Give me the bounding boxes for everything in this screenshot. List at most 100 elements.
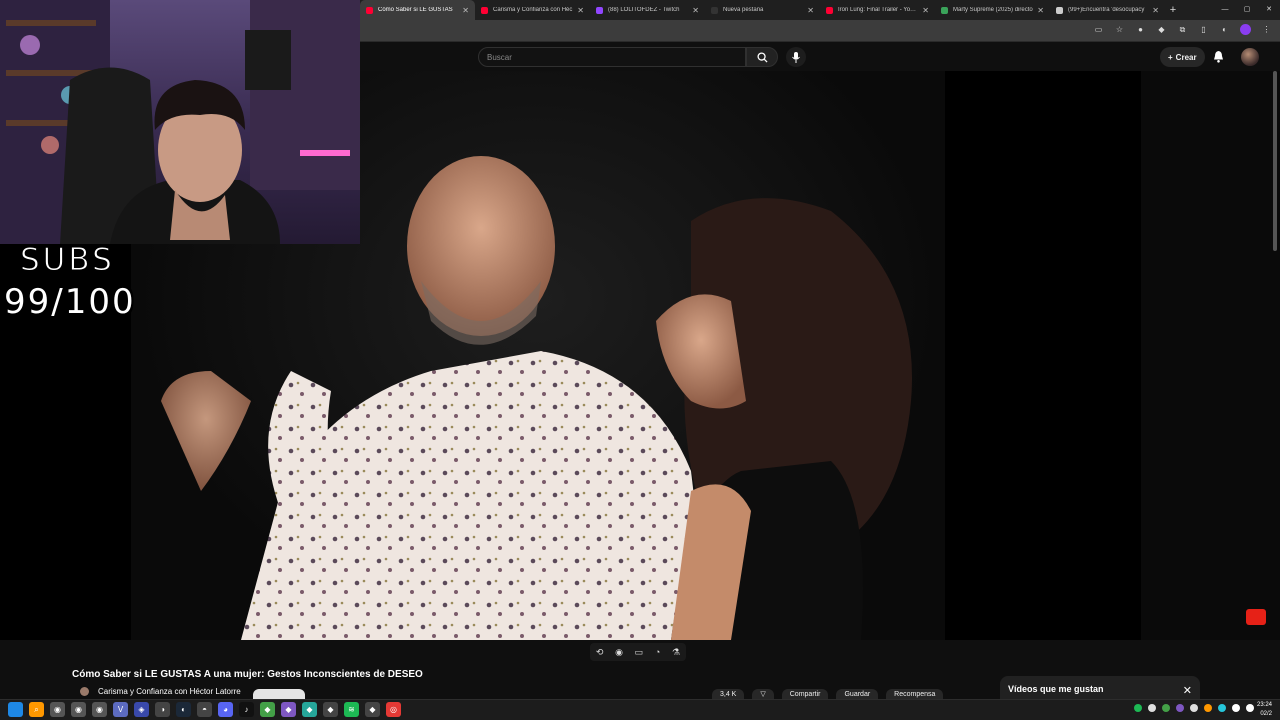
flask-icon[interactable]: ⚗ [672,647,680,658]
tiktok-favicon-icon [1056,6,1063,14]
profile-avatar-icon[interactable] [1240,24,1251,35]
tab-5[interactable]: Marty Supreme (2025) directo ✕ [935,0,1050,20]
streamer-webcam-image [0,0,360,244]
close-icon[interactable]: ✕ [807,6,814,15]
tab-label: (99+)Encuentra 'desocupacy [1068,7,1145,13]
close-window-icon[interactable]: ✕ [1258,0,1280,20]
close-icon[interactable]: ✕ [692,6,699,15]
tab-1[interactable]: Carisma y Confianza con Héc ✕ [475,0,590,20]
tab-label: Iron Lung: Final Trailer - YouTu [838,7,919,13]
player-controls: ⟲ ◉ ▭ ◔ ⚗ [590,643,686,661]
search-input[interactable]: Buscar [478,47,746,67]
volume-icon[interactable] [1246,704,1254,712]
tray-icon[interactable] [1162,704,1170,712]
app-icon[interactable]: ◈ [134,702,149,717]
audio-icon[interactable]: ◉ [615,647,623,658]
extension-icon[interactable]: ● [1135,24,1146,35]
app-icon[interactable]: ◓ [197,702,212,717]
app-icon[interactable]: ◆ [281,702,296,717]
app-icon[interactable]: ◆ [323,702,338,717]
notifications-bell-icon[interactable] [1213,50,1224,63]
youtube-favicon-icon [481,6,488,14]
search-icon [756,51,768,63]
browser-toolbar: ▭ ☆ ● ◆ ⧉ ▯ ◐ ⋮ [360,20,1280,42]
steam-icon[interactable]: ◐ [176,702,191,717]
tab-label: Cómo Saber si LE GUSTAS [378,7,453,13]
tab-label: (88) LOLITOFDEZ - Twitch [608,7,680,13]
tab-3[interactable]: Nueva pestaña ✕ [705,0,820,20]
app-icon[interactable]: ◆ [365,702,380,717]
browser-tabstrip: Cómo Saber si LE GUSTAS ✕ Carisma y Conf… [360,0,1280,20]
account-avatar[interactable] [1241,48,1259,66]
channel-name[interactable]: Carisma y Confianza con Héctor Latorre [98,687,241,696]
tab-2[interactable]: (88) LOLITOFDEZ - Twitch ✕ [590,0,705,20]
voice-search-button[interactable] [786,47,806,67]
tiktok-icon[interactable]: ♪ [239,702,254,717]
extension-icon[interactable]: ◆ [1156,24,1167,35]
create-label: Crear [1175,52,1197,62]
close-icon[interactable]: ✕ [1183,684,1192,697]
tab-6[interactable]: (99+)Encuentra 'desocupacy ✕ [1050,0,1165,20]
chrome-icon[interactable]: ◎ [386,702,401,717]
scrollbar[interactable] [1273,71,1277,251]
windows-start-icon[interactable] [8,702,23,717]
taskbar-apps: ⌕ ◉ ◉ ◉ V ◈ ◑ ◐ ◓ ◕ ♪ ◆ ◆ ◆ ◆ ≋ ◆ ◎ [8,702,401,717]
search-button[interactable] [746,47,778,67]
system-tray [1134,704,1254,712]
toolbar-icons: ▭ ☆ ● ◆ ⧉ ▯ ◐ ⋮ [1093,24,1272,35]
bookmark-star-icon[interactable]: ☆ [1114,24,1125,35]
loop-icon[interactable]: ⟲ [596,647,604,658]
tab-label: Marty Supreme (2025) directo [953,7,1033,13]
tab-0[interactable]: Cómo Saber si LE GUSTAS ✕ [360,0,475,20]
install-app-icon[interactable]: ▭ [1093,24,1104,35]
tab-label: Carisma y Confianza con Héc [493,7,573,13]
discord-icon[interactable]: ◕ [218,702,233,717]
new-tab-button[interactable]: + [1165,4,1181,16]
minimize-icon[interactable]: — [1214,0,1236,20]
profile-icon[interactable]: ◐ [1219,24,1230,35]
tab-4[interactable]: Iron Lung: Final Trailer - YouTu ✕ [820,0,935,20]
close-icon[interactable]: ✕ [1037,6,1044,15]
youtube-favicon-icon [826,6,833,14]
right-panel [1141,71,1280,640]
speed-icon[interactable]: ◔ [655,647,660,657]
search-icon[interactable]: ⌕ [29,702,44,717]
liked-panel-title: Vídeos que me gustan [1008,684,1104,694]
app-icon[interactable]: ◑ [155,702,170,717]
tray-icon[interactable] [1204,704,1212,712]
menu-kebab-icon[interactable]: ⋮ [1261,24,1272,35]
app-icon[interactable]: ◉ [92,702,107,717]
youtube-header: Buscar + Crear [360,43,1280,71]
youtube-favicon-icon [366,6,373,14]
subs-counter: 99/100 [4,282,136,322]
maximize-icon[interactable]: ▢ [1236,0,1258,20]
microphone-icon [792,51,800,63]
video-title: Cómo Saber si LE GUSTAS A una mujer: Ges… [72,669,423,680]
tray-icon[interactable] [1176,704,1184,712]
tray-icon[interactable] [1148,704,1156,712]
close-icon[interactable]: ✕ [922,6,929,15]
app-icon[interactable]: ◉ [71,702,86,717]
plus-icon: + [1168,52,1173,62]
windows-taskbar: ⌕ ◉ ◉ ◉ V ◈ ◑ ◐ ◓ ◕ ♪ ◆ ◆ ◆ ◆ ≋ ◆ ◎ 23:2… [0,699,1280,720]
tray-icon[interactable] [1218,704,1226,712]
vscode-icon[interactable]: V [113,702,128,717]
extensions-puzzle-icon[interactable]: ⧉ [1177,24,1188,35]
close-icon[interactable]: ✕ [577,6,584,15]
clock-date: 02/2 [1260,711,1272,717]
close-icon[interactable]: ✕ [1152,6,1159,15]
tray-icon[interactable] [1134,704,1142,712]
app-icon[interactable]: ◆ [260,702,275,717]
subs-label: SUBS [20,242,115,279]
spotify-icon[interactable]: ≋ [344,702,359,717]
app-icon[interactable]: ◉ [50,702,65,717]
wifi-icon[interactable] [1232,704,1240,712]
close-icon[interactable]: ✕ [462,6,469,15]
side-panel-icon[interactable]: ▯ [1198,24,1209,35]
app-icon[interactable]: ◆ [302,702,317,717]
create-button[interactable]: + Crear [1160,47,1205,67]
channel-avatar[interactable] [80,687,89,696]
tray-icon[interactable] [1190,704,1198,712]
miniplayer-icon[interactable]: ▭ [635,647,644,658]
taskbar-clock[interactable]: 23:24 02/2 [1257,701,1272,719]
